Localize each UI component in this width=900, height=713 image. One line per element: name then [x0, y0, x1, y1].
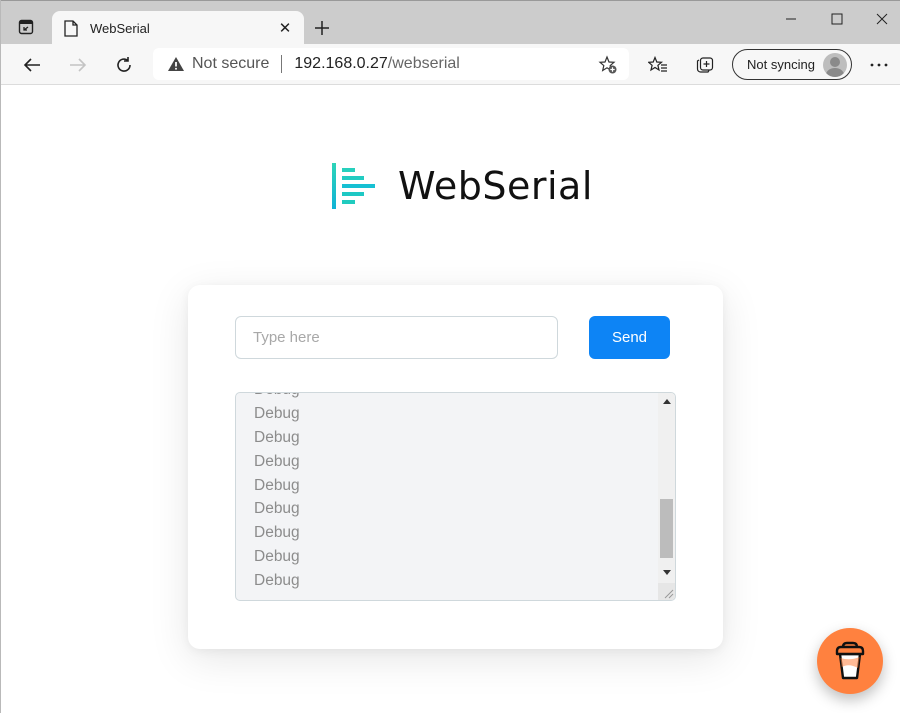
log-line: Debug — [254, 452, 300, 470]
page-content: WebSerial Send DebugDebugDebugDebugDebug… — [1, 86, 900, 713]
maximize-icon — [831, 13, 843, 25]
close-icon: ✕ — [278, 20, 292, 37]
profile-sync-button[interactable]: Not syncing — [732, 49, 852, 80]
favorites-button[interactable] — [642, 49, 674, 81]
buy-me-a-coffee-button[interactable] — [817, 628, 883, 694]
back-button[interactable] — [16, 49, 48, 81]
forward-button[interactable] — [62, 49, 94, 81]
arrow-left-icon — [23, 58, 40, 72]
warning-icon — [167, 56, 185, 72]
triangle-up-icon — [662, 399, 671, 404]
browser-window: WebSerial ✕ Not secure 192.168.0.27 /web… — [0, 0, 900, 713]
log-line: Debug — [254, 572, 300, 590]
log-line: Debug — [254, 404, 300, 422]
collections-icon — [696, 57, 714, 73]
minimize-button[interactable] — [768, 7, 814, 31]
log-line: Debug — [254, 548, 300, 566]
url-path: /webserial — [387, 55, 460, 72]
scroll-up-button[interactable] — [658, 393, 675, 410]
log-scrollbar[interactable] — [658, 393, 675, 600]
log-line: Debug — [254, 500, 300, 518]
more-menu-button[interactable] — [863, 49, 895, 81]
page-icon — [64, 19, 78, 37]
address-divider — [281, 55, 283, 73]
collections-button[interactable] — [689, 49, 721, 81]
plus-icon — [315, 21, 329, 35]
tab-title: WebSerial — [90, 20, 150, 36]
tab-actions-icon — [18, 19, 34, 35]
logo-text: WebSerial — [398, 164, 593, 208]
tab-webserial[interactable]: WebSerial ✕ — [52, 11, 304, 45]
url-host: 192.168.0.27 — [294, 55, 388, 72]
refresh-icon — [117, 57, 131, 72]
maximize-button[interactable] — [814, 7, 860, 31]
log-line: Debug — [254, 428, 300, 446]
sync-status-label: Not syncing — [747, 57, 815, 72]
refresh-button[interactable] — [108, 49, 140, 81]
minimize-icon — [786, 18, 796, 20]
ellipsis-icon — [870, 63, 888, 67]
close-window-button[interactable] — [859, 7, 900, 31]
close-icon — [876, 13, 888, 25]
favorites-icon — [648, 56, 667, 72]
resize-grip-icon — [664, 589, 674, 599]
browser-toolbar: Not secure 192.168.0.27/webserial Not sy… — [1, 44, 900, 85]
address-bar[interactable]: Not secure 192.168.0.27/webserial — [153, 48, 629, 80]
send-button[interactable]: Send — [589, 316, 670, 359]
new-tab-button[interactable] — [309, 15, 335, 41]
scroll-thumb[interactable] — [660, 499, 673, 558]
add-favorite-button[interactable] — [597, 54, 619, 76]
log-lines: Debug Debug Debug Debug Debug Debug Debug Debug… — [254, 393, 300, 593]
log-line: Debug — [254, 524, 300, 542]
tab-actions-button[interactable] — [11, 14, 41, 40]
tab-strip: WebSerial ✕ — [1, 0, 900, 45]
serial-log-textarea[interactable]: Debug Debug Debug Debug Debug Debug Debug Debug… — [235, 392, 676, 601]
coffee-cup-icon — [835, 641, 865, 680]
security-label[interactable]: Not secure — [192, 55, 269, 73]
arrow-right-icon — [70, 58, 87, 72]
message-input[interactable] — [235, 316, 558, 359]
star-plus-icon — [598, 55, 617, 74]
scroll-down-button[interactable] — [658, 564, 675, 581]
log-line: Debug — [254, 393, 300, 402]
logo: WebSerial — [332, 163, 593, 209]
avatar — [823, 52, 847, 77]
log-line: Debug — [254, 476, 300, 494]
close-tab-button[interactable]: ✕ — [274, 17, 296, 39]
logo-icon — [332, 163, 376, 209]
triangle-down-icon — [662, 570, 671, 575]
resize-grip[interactable] — [658, 583, 675, 600]
serial-card: Send DebugDebugDebugDebugDebugDebugDebug… — [188, 285, 723, 649]
